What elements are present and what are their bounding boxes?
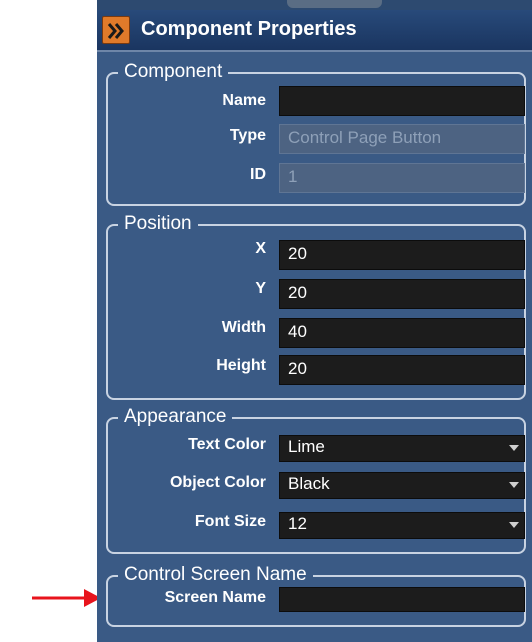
position-legend: Position	[118, 213, 198, 235]
width-label: Width	[221, 319, 266, 336]
height-input[interactable]: 20	[279, 355, 525, 385]
collapse-button[interactable]	[102, 16, 130, 44]
component-properties-panel: Component Properties Component Name Type…	[97, 0, 532, 642]
text-color-label: Text Color	[188, 436, 266, 453]
appearance-group: Appearance Text Color Lime Object Color …	[106, 406, 526, 554]
type-field: Control Page Button	[279, 124, 525, 154]
object-color-value: Black	[288, 474, 330, 493]
name-label: Name	[222, 92, 266, 109]
screen-name-input[interactable]	[279, 587, 525, 612]
chevron-double-right-icon	[107, 23, 124, 39]
screen-name-label: Screen Name	[164, 589, 266, 606]
width-input[interactable]: 40	[279, 318, 525, 348]
chevron-down-icon	[509, 445, 519, 451]
font-size-label: Font Size	[194, 513, 266, 530]
chevron-down-icon	[509, 482, 519, 488]
control-screen-name-group: Control Screen Name Screen Name	[106, 564, 526, 627]
chevron-down-icon	[509, 522, 519, 528]
appearance-legend: Appearance	[118, 406, 233, 428]
x-input[interactable]: 20	[279, 240, 525, 270]
panel-title: Component Properties	[141, 18, 357, 40]
control-screen-name-legend: Control Screen Name	[118, 564, 313, 586]
x-label: X	[255, 240, 266, 257]
name-input[interactable]	[279, 86, 525, 116]
text-color-select[interactable]: Lime	[279, 435, 525, 462]
height-label: Height	[216, 357, 266, 374]
component-legend: Component	[118, 61, 229, 83]
type-label: Type	[229, 127, 266, 144]
panel-titlebar: Component Properties	[97, 10, 532, 52]
id-field: 1	[279, 163, 525, 193]
y-input[interactable]: 20	[279, 279, 525, 309]
text-color-value: Lime	[288, 437, 325, 456]
component-group: Component Name Type Control Page Button …	[106, 61, 526, 206]
font-size-select[interactable]: 12	[279, 512, 525, 539]
font-size-value: 12	[288, 514, 307, 533]
object-color-label: Object Color	[169, 474, 266, 491]
panel-top-tab[interactable]	[287, 0, 382, 8]
y-label: Y	[255, 280, 266, 297]
position-group: Position X 20 Y 20 Width 40 Height 20	[106, 213, 526, 400]
id-label: ID	[250, 166, 266, 183]
object-color-select[interactable]: Black	[279, 472, 525, 499]
